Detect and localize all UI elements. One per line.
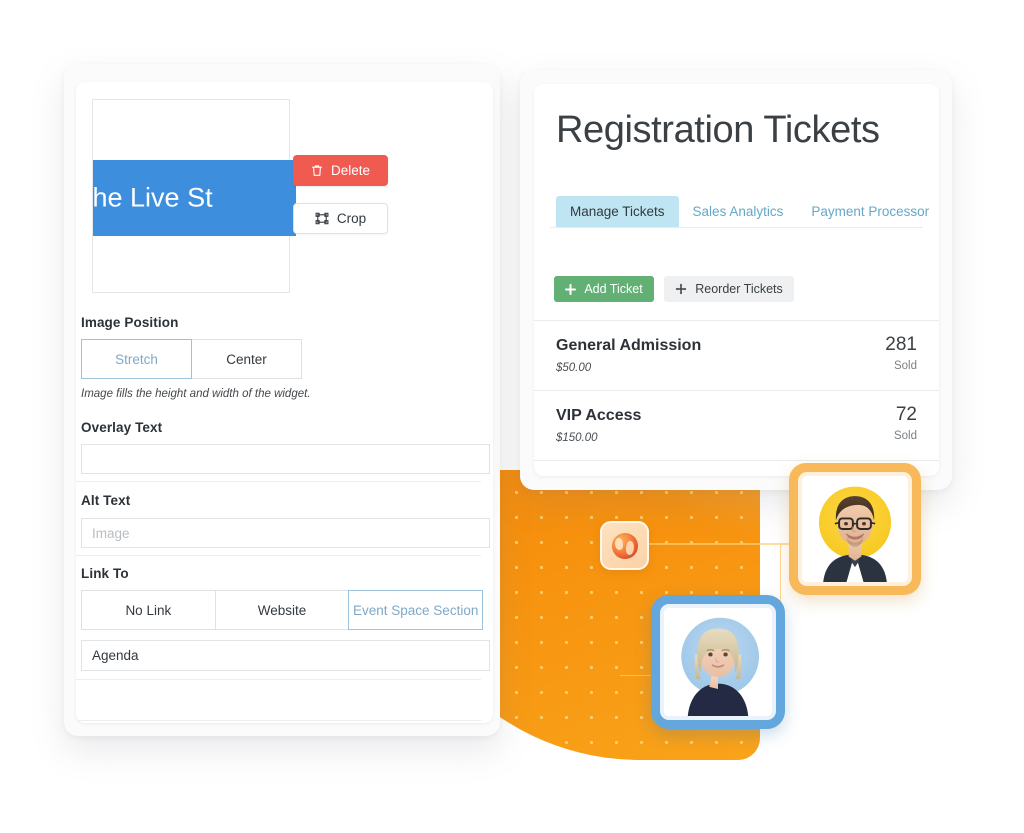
overlay-text-label: Overlay Text [81, 420, 163, 435]
image-position-option-stretch[interactable]: Stretch [81, 339, 192, 379]
tab-sales-analytics[interactable]: Sales Analytics [679, 196, 798, 227]
man-photo [802, 476, 908, 582]
delete-button-label: Delete [330, 163, 371, 178]
image-position-segmented-control[interactable]: Stretch Center [81, 339, 302, 379]
ticket-sold-count: 281 [885, 334, 917, 355]
overlay-text-input[interactable] [81, 444, 490, 474]
link-to-option-no-link[interactable]: No Link [81, 590, 216, 630]
trash-icon [311, 164, 323, 177]
ticket-list-bottom-divider [534, 460, 939, 461]
move-icon [675, 283, 687, 295]
globe-icon [611, 532, 638, 559]
image-preview-banner: the Live St [93, 160, 296, 236]
link-to-option-website[interactable]: Website [214, 590, 350, 630]
ticket-name: VIP Access [556, 407, 642, 424]
image-position-help-text: Image fills the height and width of the … [81, 388, 311, 400]
tab-bar: Manage Tickets Sales Analytics Payment P… [556, 196, 939, 227]
registration-tickets-panel: Registration Tickets Manage Tickets Sale… [534, 84, 939, 476]
link-to-option-event-space-section[interactable]: Event Space Section [348, 590, 484, 630]
ticket-price: $50.00 [556, 362, 592, 374]
field-divider-2 [76, 555, 481, 556]
table-row[interactable]: General Admission $50.00 281 Sold [534, 320, 939, 390]
ticket-price: $150.00 [556, 432, 598, 444]
globe-badge [600, 521, 649, 570]
add-ticket-button[interactable]: Add Ticket [554, 276, 654, 302]
alt-text-label: Alt Text [81, 493, 131, 508]
link-to-label: Link To [81, 566, 129, 581]
field-divider-3 [76, 679, 481, 680]
plus-icon [565, 283, 577, 295]
tab-payment-processor[interactable]: Payment Processor [797, 196, 939, 227]
tab-manage-tickets[interactable]: Manage Tickets [556, 196, 679, 227]
image-preview-banner-text: the Live St [93, 182, 213, 213]
reorder-tickets-label: Reorder Tickets [695, 282, 783, 296]
image-widget-settings-panel: the Live St Delete Crop Image Position S… [76, 82, 493, 723]
woman-photo [664, 608, 772, 716]
tab-bar-divider [550, 227, 923, 228]
image-position-label: Image Position [81, 315, 179, 330]
add-ticket-label: Add Ticket [584, 282, 643, 296]
screenshot-root: the Live St Delete Crop Image Position S… [0, 0, 1024, 833]
image-preview[interactable]: the Live St [92, 99, 296, 293]
crop-icon [315, 212, 329, 225]
field-divider-4 [76, 720, 481, 721]
table-row[interactable]: VIP Access $150.00 72 Sold [534, 390, 939, 460]
ticket-sold-label: Sold [893, 430, 917, 442]
field-divider-1 [76, 481, 481, 482]
avatar-card-woman [651, 595, 785, 729]
ticket-name: General Admission [556, 337, 702, 354]
avatar-card-man [789, 463, 921, 595]
ticket-sold-count: 72 [895, 404, 917, 425]
alt-text-input[interactable] [81, 518, 490, 548]
reorder-tickets-button[interactable]: Reorder Tickets [664, 276, 794, 302]
page-title: Registration Tickets [556, 109, 880, 151]
image-position-option-center[interactable]: Center [191, 339, 302, 379]
avatar [798, 472, 912, 586]
link-to-segmented-control[interactable]: No Link Website Event Space Section [81, 590, 484, 630]
crop-button[interactable]: Crop [293, 203, 388, 234]
crop-button-label: Crop [336, 211, 367, 226]
delete-button[interactable]: Delete [293, 155, 388, 186]
link-to-section-select[interactable]: Agenda [81, 640, 490, 671]
ticket-sold-label: Sold [893, 360, 917, 372]
avatar [660, 604, 776, 720]
